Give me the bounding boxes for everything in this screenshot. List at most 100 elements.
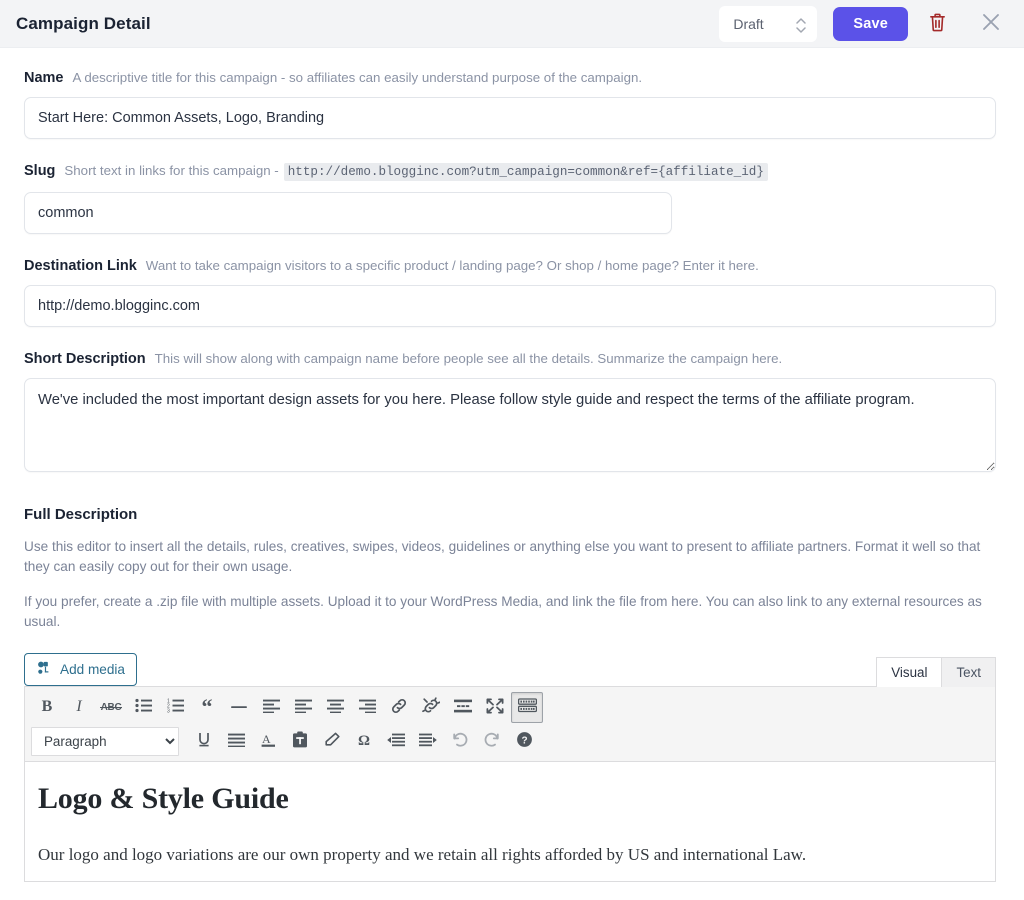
redo-icon	[483, 732, 501, 750]
align-center-icon	[326, 699, 344, 716]
align-left-2-button[interactable]	[287, 692, 319, 723]
name-label: Name	[24, 70, 64, 86]
undo-icon	[451, 732, 469, 750]
read-more-button[interactable]	[447, 692, 479, 723]
horizontal-rule-button[interactable]	[223, 692, 255, 723]
numbered-list-button[interactable]: 1 2 3	[159, 692, 191, 723]
toolbar-toggle-icon	[517, 698, 537, 716]
blockquote-button[interactable]: “	[191, 692, 223, 723]
redo-button[interactable]	[476, 726, 508, 757]
italic-icon: I	[76, 698, 82, 716]
format-select[interactable]: Paragraph	[31, 726, 179, 756]
align-right-button[interactable]	[351, 692, 383, 723]
align-left-2-icon	[294, 699, 312, 716]
clear-formatting-button[interactable]	[316, 726, 348, 757]
bulleted-list-button[interactable]	[127, 692, 159, 723]
align-right-icon	[358, 699, 376, 716]
undo-button[interactable]	[444, 726, 476, 757]
field-name-labels: Name A descriptive title for this campai…	[24, 70, 1000, 86]
full-description-paragraph-2: If you prefer, create a .zip file with m…	[24, 593, 982, 630]
unlink-icon	[422, 696, 441, 718]
status-select[interactable]: Draft	[719, 5, 818, 42]
underline-button[interactable]	[188, 726, 220, 757]
editor-content-area[interactable]: Logo & Style Guide Our logo and logo var…	[24, 761, 996, 882]
field-short-description-labels: Short Description This will show along w…	[24, 351, 1000, 367]
destination-link-help-text: Want to take campaign visitors to a spec…	[145, 258, 759, 273]
wysiwyg-editor: Add media Visual Text B I ABC 1 2 3 “ Pa…	[24, 652, 996, 882]
short-description-help-text: This will show along with campaign name …	[154, 351, 783, 366]
name-help-text: A descriptive title for this campaign - …	[72, 70, 643, 85]
editor-content-heading: Logo & Style Guide	[38, 781, 289, 815]
short-description-textarea[interactable]: We've included the most important design…	[24, 378, 996, 472]
strikethrough-icon: ABC	[99, 701, 123, 713]
link-icon	[390, 697, 408, 718]
short-description-label: Short Description	[24, 351, 146, 367]
field-slug: Slug Short text in links for this campai…	[24, 163, 1000, 234]
field-destination-labels: Destination Link Want to take campaign v…	[24, 258, 1000, 274]
slug-preview-url: http://demo.blogginc.com?utm_campaign=co…	[283, 163, 768, 181]
slug-label: Slug	[24, 163, 56, 179]
paste-as-text-icon	[292, 731, 308, 751]
editor-toolbar-row-2: Paragraph A Ω ?	[31, 726, 989, 757]
bold-button[interactable]: B	[31, 692, 63, 723]
page-title: Campaign Detail	[16, 13, 151, 33]
svg-text:A: A	[262, 732, 271, 746]
clear-formatting-icon	[324, 731, 341, 751]
paste-as-text-button[interactable]	[284, 726, 316, 757]
destination-link-input[interactable]	[24, 285, 996, 327]
editor-mode-tabs: Visual Text	[876, 656, 996, 687]
align-left-button[interactable]	[255, 692, 287, 723]
svg-text:3: 3	[167, 708, 170, 713]
header-actions: Draft Save	[719, 5, 1010, 42]
add-media-button[interactable]: Add media	[24, 652, 137, 686]
editor-top-bar: Add media Visual Text	[24, 652, 996, 687]
justify-icon	[227, 733, 245, 750]
close-button[interactable]	[976, 7, 1006, 41]
add-media-label: Add media	[60, 661, 125, 677]
outdent-button[interactable]	[380, 726, 412, 757]
fullscreen-icon	[486, 698, 504, 717]
full-description-title: Full Description	[24, 506, 138, 523]
destination-link-label: Destination Link	[24, 258, 137, 274]
numbered-list-icon: 1 2 3	[167, 698, 184, 716]
text-color-button[interactable]: A	[252, 726, 284, 757]
fullscreen-button[interactable]	[479, 692, 511, 723]
editor-toolbar: B I ABC 1 2 3 “ Paragraph A Ω ?	[24, 685, 996, 762]
field-slug-labels: Slug Short text in links for this campai…	[24, 163, 1000, 181]
delete-button[interactable]	[922, 7, 952, 41]
insert-link-button[interactable]	[383, 692, 415, 723]
name-input[interactable]	[24, 97, 996, 139]
editor-toolbar-row-1: B I ABC 1 2 3 “	[31, 691, 989, 723]
outdent-icon	[387, 733, 405, 750]
special-character-button[interactable]: Ω	[348, 726, 380, 757]
horizontal-rule-icon	[230, 700, 248, 715]
special-character-icon: Ω	[357, 732, 370, 749]
align-left-icon	[262, 699, 280, 716]
toolbar-toggle-button[interactable]	[511, 691, 543, 723]
strikethrough-button[interactable]: ABC	[95, 692, 127, 723]
align-center-button[interactable]	[319, 692, 351, 723]
remove-link-button[interactable]	[415, 692, 447, 723]
svg-text:?: ?	[521, 735, 527, 746]
indent-icon	[419, 733, 437, 750]
underline-icon	[196, 731, 212, 751]
keyboard-shortcuts-button[interactable]: ?	[508, 726, 540, 757]
tab-visual[interactable]: Visual	[876, 656, 943, 687]
bold-icon: B	[41, 698, 53, 716]
field-short-description: Short Description This will show along w…	[24, 351, 1000, 472]
full-description-paragraph-1: Use this editor to insert all the detail…	[24, 539, 981, 575]
read-more-icon	[454, 699, 472, 716]
italic-button[interactable]: I	[63, 692, 95, 723]
tab-text[interactable]: Text	[941, 656, 996, 687]
app-header: Campaign Detail Draft Save	[0, 0, 1024, 48]
bulleted-list-icon	[134, 698, 152, 716]
field-destination-link: Destination Link Want to take campaign v…	[24, 258, 1000, 327]
close-icon	[980, 11, 1002, 36]
slug-input[interactable]	[24, 192, 672, 234]
indent-button[interactable]	[412, 726, 444, 757]
save-button[interactable]: Save	[833, 6, 908, 41]
editor-content-paragraph: Our logo and logo variations are our own…	[38, 844, 807, 864]
text-color-icon: A	[260, 731, 277, 751]
justify-button[interactable]	[220, 726, 252, 757]
trash-icon	[928, 12, 947, 36]
